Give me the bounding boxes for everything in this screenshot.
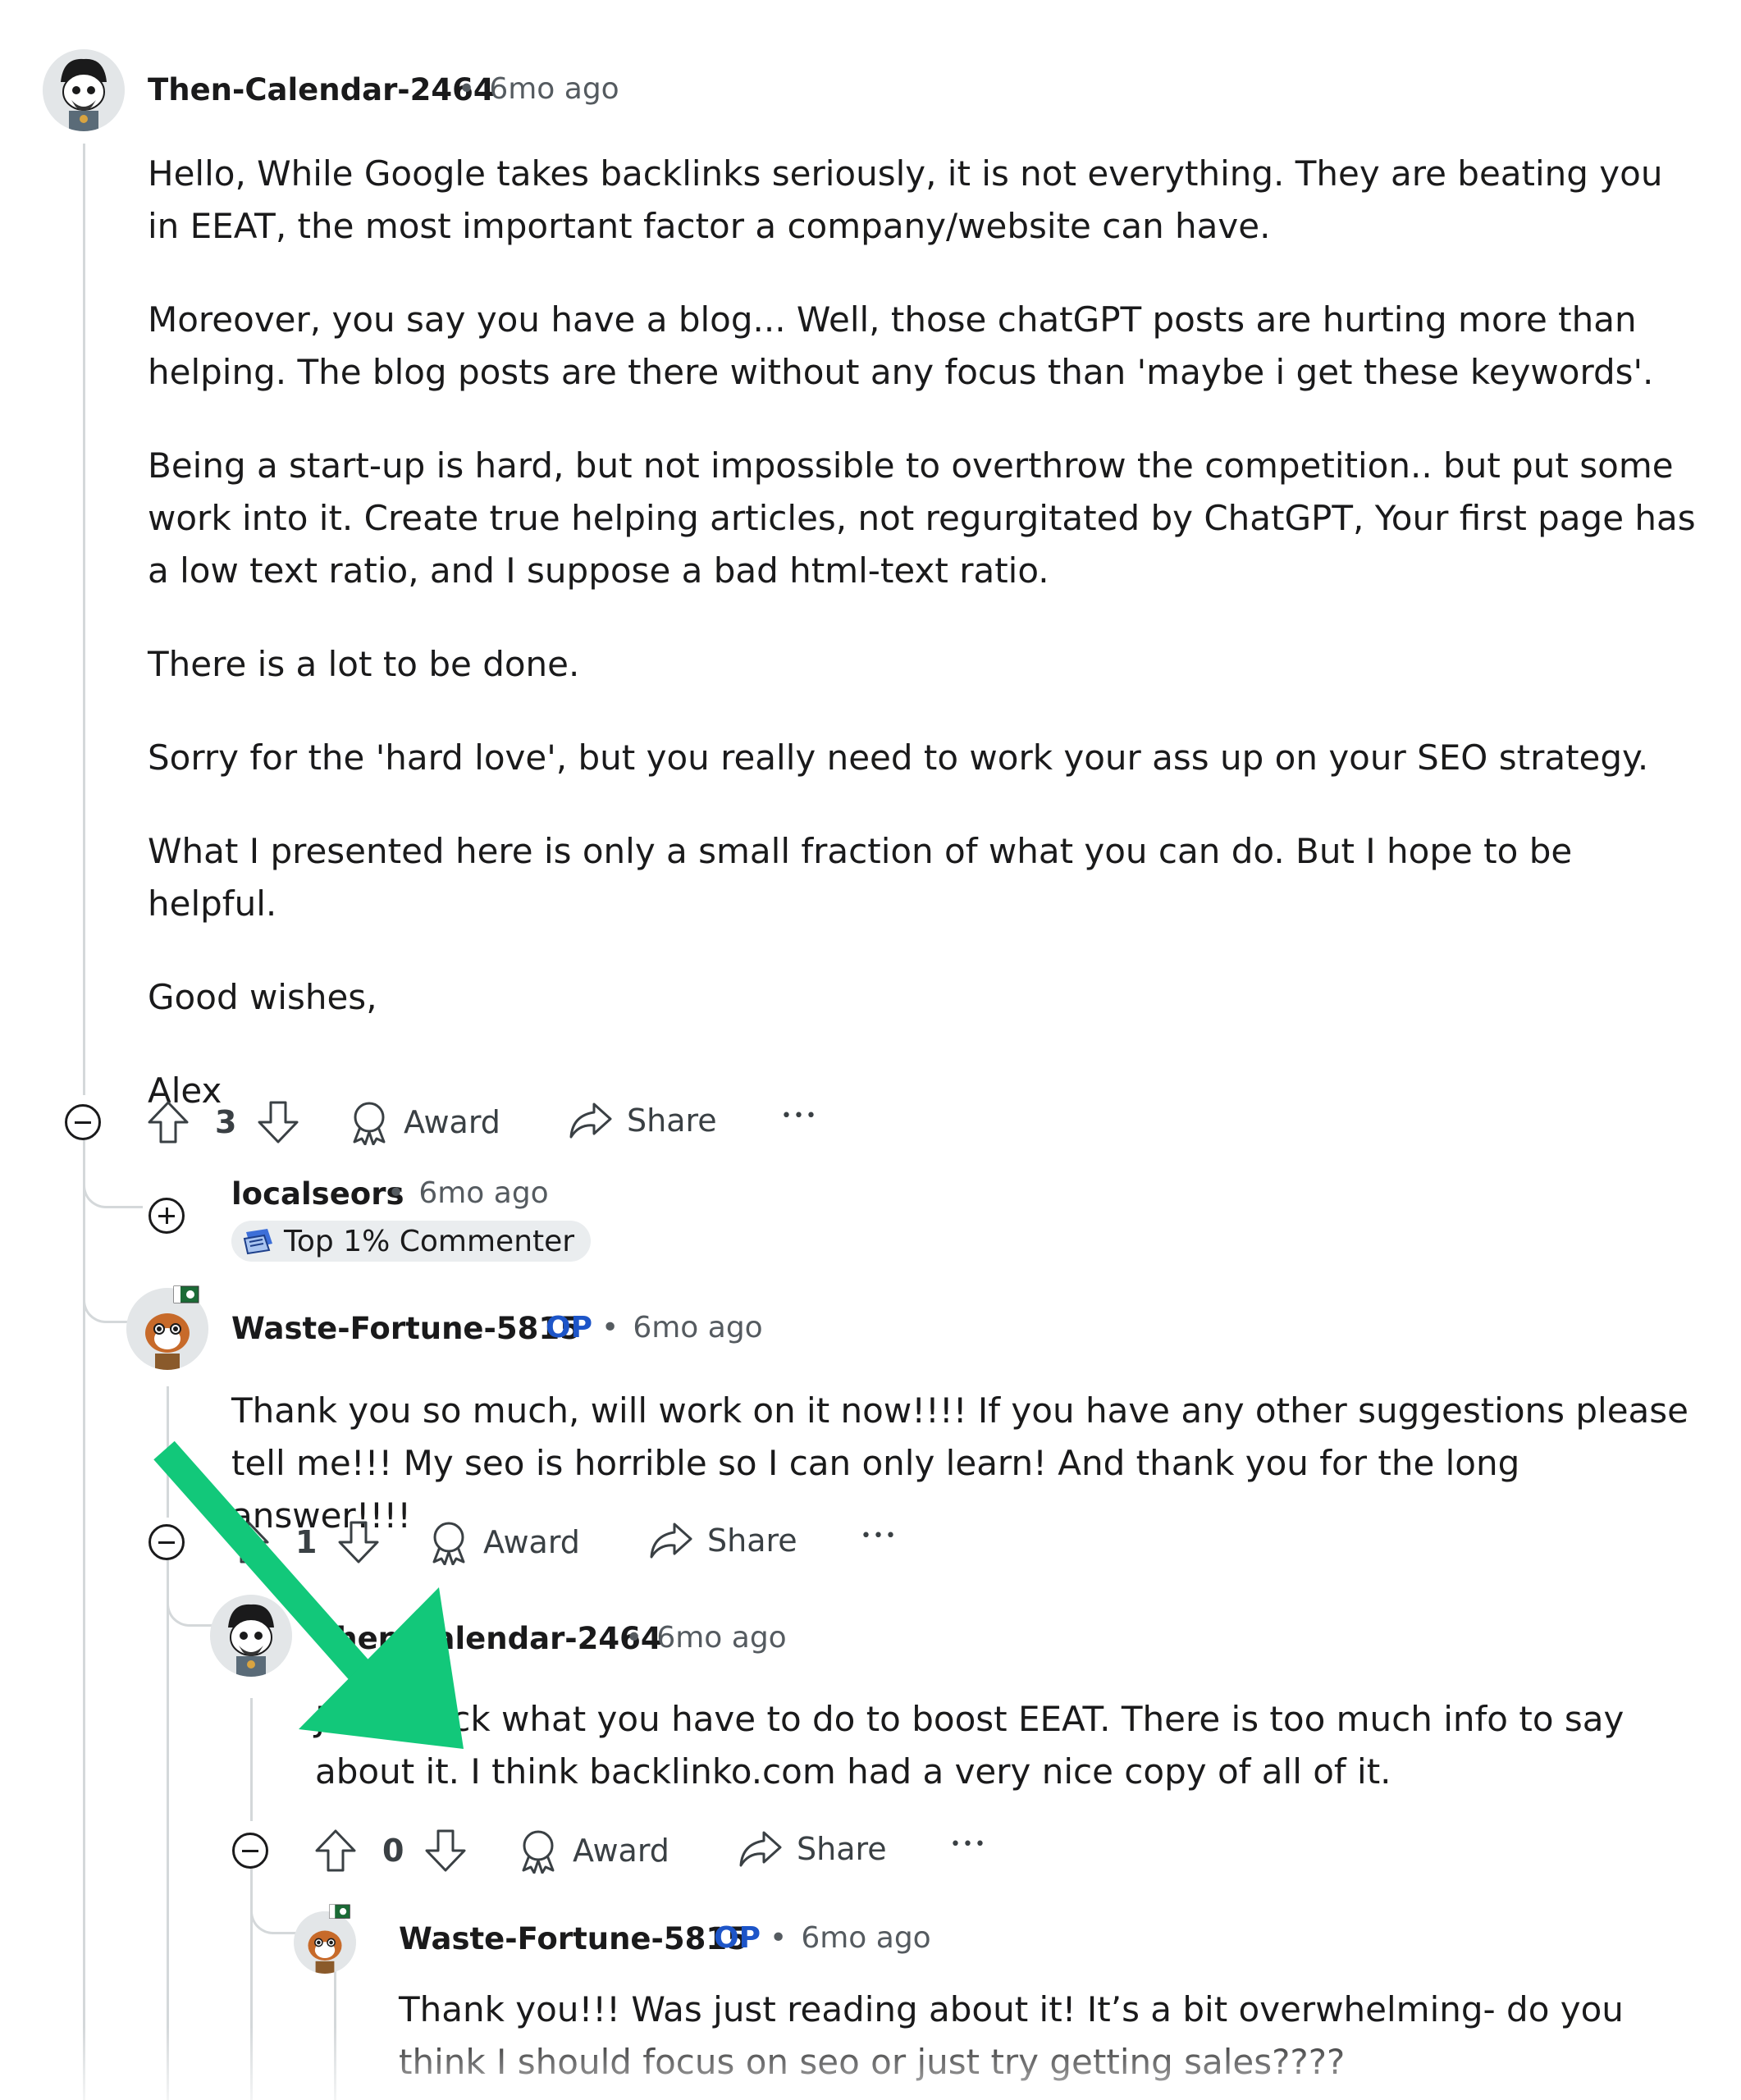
upvote-icon[interactable] [226,1519,271,1565]
award-button[interactable]: Award [517,1828,669,1874]
avatar[interactable] [43,49,125,131]
award-icon [432,1522,465,1565]
op-badge: OP [714,1921,761,1955]
comment-paragraph: Being a start-up is hard, but not imposs… [148,445,1696,591]
upvote-icon[interactable] [146,1099,190,1145]
meta-row: • 6mo ago [625,1621,787,1655]
thread-line-level4[interactable] [334,1961,336,2100]
comment-body: Just check what you have to do to boost … [315,1699,1624,1792]
thread-line-level3[interactable] [250,1698,253,1821]
thread-line-main[interactable] [83,144,85,1095]
op-badge: OP [546,1311,592,1344]
thread-line-level2-lower[interactable] [167,1567,169,2100]
award-label: Award [404,1104,500,1140]
vote-count: 1 [295,1524,318,1560]
award-label: Award [483,1524,580,1560]
share-label: Share [707,1522,797,1559]
commenter-badge: Top 1% Commenter [231,1221,592,1262]
avatar[interactable] [210,1595,292,1677]
share-icon [569,1102,612,1139]
comment-author[interactable]: Waste-Fortune-5815 [399,1921,748,1956]
avatar-snoo-icon [43,49,125,131]
vote-count: 3 [215,1104,237,1140]
comment-time[interactable]: 6mo ago [656,1621,786,1655]
vote-bar: 1 [226,1519,381,1565]
comment-paragraph: Moreover, you say you have a blog... Wel… [148,299,1654,392]
expand-thread-button[interactable] [149,1198,185,1234]
comment-time[interactable]: 6mo ago [489,72,619,106]
vote-count: 0 [382,1833,404,1869]
upvote-icon[interactable] [313,1828,358,1874]
comment-body: Hello, While Google takes backlinks seri… [148,148,1698,1117]
share-label: Share [797,1831,887,1867]
share-button[interactable]: Share [568,1099,717,1142]
share-button[interactable]: Share [648,1519,797,1562]
downvote-icon[interactable] [336,1519,381,1565]
meta-row: • 6mo ago [770,1921,931,1955]
award-icon [522,1830,555,1874]
collapse-thread-button[interactable] [149,1524,185,1560]
thread-connector [167,1550,218,1627]
share-icon [739,1831,782,1867]
separator-dot: • [625,1621,643,1655]
more-options-button[interactable]: ••• [781,1106,818,1126]
commenter-badge-icon [243,1229,272,1255]
comment-time[interactable]: 6mo ago [801,1921,930,1955]
flag-icon [329,1904,350,1919]
vote-bar: 3 [146,1099,300,1145]
comment-author[interactable]: Then-Calendar-2464 [315,1621,662,1656]
more-options-button[interactable]: ••• [950,1834,987,1855]
comment-paragraph: Hello, While Google takes backlinks seri… [148,153,1663,246]
comment-paragraph: There is a lot to be done. [148,644,580,684]
comment-author[interactable]: localseors [231,1176,404,1212]
avatar-snoo-icon [210,1595,292,1677]
comment-paragraph: What I presented here is only a small fr… [148,831,1573,924]
collapse-thread-button[interactable] [65,1104,101,1140]
more-options-button[interactable]: ••• [861,1526,898,1546]
collapse-thread-button[interactable] [232,1833,268,1869]
thread-line-level2[interactable] [167,1386,169,1518]
share-label: Share [627,1102,717,1139]
comment-time[interactable]: 6mo ago [633,1311,762,1344]
meta-row: • 6mo ago [458,72,619,106]
comment-paragraph: Sorry for the 'hard love', but you reall… [148,737,1649,778]
share-icon [650,1522,692,1559]
comment-body: Thank you!!! Was just reading about it! … [399,1989,1624,2082]
separator-dot: • [770,1921,788,1955]
downvote-icon[interactable] [256,1099,300,1145]
downvote-icon[interactable] [423,1828,468,1874]
badge-label: Top 1% Commenter [284,1224,575,1258]
thread-connector [83,1247,135,1323]
award-button[interactable]: Award [427,1519,580,1565]
comment-time[interactable]: 6mo ago [418,1176,548,1210]
award-button[interactable]: Award [348,1099,500,1145]
share-button[interactable]: Share [738,1828,887,1870]
comment-author[interactable]: Then-Calendar-2464 [148,72,495,107]
thread-connector [83,1132,143,1208]
flag-icon [173,1285,199,1303]
award-icon [353,1102,386,1145]
vote-bar: 0 [313,1828,468,1874]
separator-dot: • [601,1311,619,1344]
separator-dot: • [387,1176,405,1210]
award-label: Award [573,1833,669,1869]
separator-dot: • [458,72,476,106]
meta-row: • 6mo ago [387,1176,549,1210]
comment-paragraph: Good wishes, [148,977,377,1017]
comment-author[interactable]: Waste-Fortune-5815 [231,1311,581,1346]
meta-row: • 6mo ago [601,1311,763,1344]
thread-connector [250,1858,298,1934]
